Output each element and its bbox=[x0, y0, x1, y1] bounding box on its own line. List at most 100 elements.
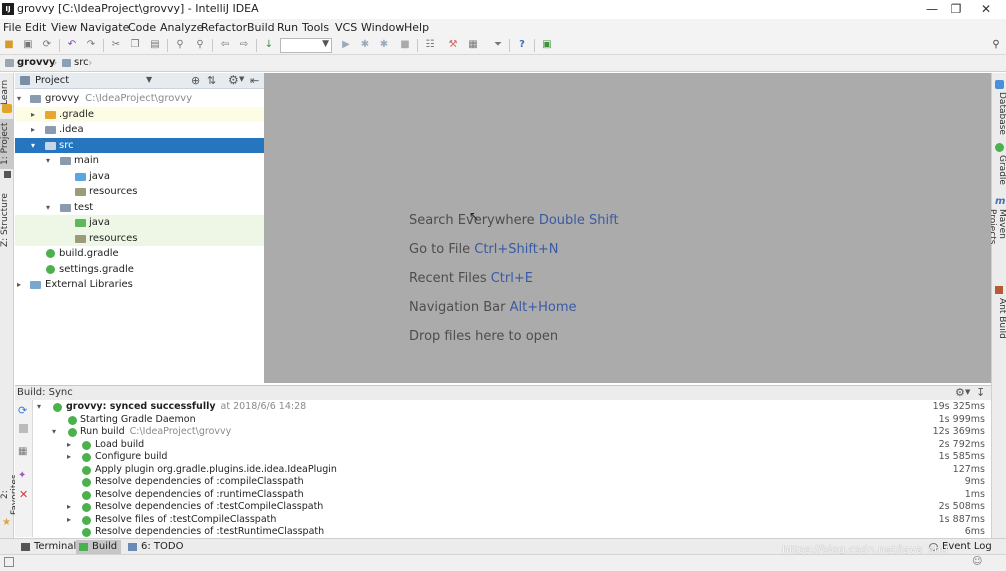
cut-icon[interactable]: ✂ bbox=[110, 39, 122, 51]
run-icon[interactable]: ▶ bbox=[340, 39, 352, 51]
tool-tab-maven-projects[interactable]: Maven Projects bbox=[987, 209, 1006, 271]
undo-icon[interactable]: ↶ bbox=[66, 39, 78, 51]
close-icon[interactable]: ✕ bbox=[19, 488, 28, 501]
chevron-down-icon[interactable]: ▼ bbox=[146, 75, 152, 84]
build-row[interactable]: ▸ Load build 2s 792ms bbox=[33, 439, 991, 452]
tree-node-grovvy[interactable]: ▾ grovvy C:\IdeaProject\grovvy bbox=[15, 91, 264, 107]
pin-icon[interactable]: ✦ bbox=[18, 470, 26, 481]
build-row[interactable]: ▸ Configure build 1s 585ms bbox=[33, 451, 991, 464]
hide-panel-icon[interactable]: ⇤ bbox=[250, 74, 259, 87]
forward-icon[interactable]: ⇨ bbox=[238, 39, 250, 51]
expand-arrow-icon[interactable]: ▾ bbox=[46, 200, 50, 215]
collapse-all-icon[interactable]: ⇅ bbox=[207, 74, 216, 87]
menu-analyze[interactable]: Analyze bbox=[160, 21, 203, 34]
tree-node-settings-gradle[interactable]: settings.gradle bbox=[15, 262, 264, 278]
debug-icon[interactable]: ✱ bbox=[359, 39, 371, 51]
tree-node-test-resources[interactable]: resources bbox=[15, 230, 264, 246]
tool-tab-structure[interactable]: Z: Structure bbox=[0, 191, 14, 249]
menu-run[interactable]: Run bbox=[277, 21, 298, 34]
find-icon[interactable]: ⚲ bbox=[174, 39, 186, 51]
project-view-selector[interactable]: Project bbox=[35, 75, 69, 86]
tree-node-test-java[interactable]: java bbox=[15, 215, 264, 231]
settings-wrench-icon[interactable]: ⚒ bbox=[447, 39, 459, 51]
menu-build[interactable]: Build bbox=[247, 21, 275, 34]
tool-tab-database[interactable]: Database bbox=[993, 92, 1006, 135]
expand-arrow-icon[interactable]: ▸ bbox=[31, 107, 35, 122]
coverage-icon[interactable]: ✱ bbox=[378, 39, 390, 51]
gear-dropdown-icon[interactable]: ▼ bbox=[239, 75, 244, 83]
refresh-sync-icon[interactable]: ⟳ bbox=[18, 404, 27, 417]
help-icon[interactable]: ? bbox=[516, 39, 528, 51]
build-row[interactable]: ▾ Run build C:\IdeaProject\grovvy 12s 369… bbox=[33, 426, 991, 439]
sync-icon[interactable]: ⟳ bbox=[41, 39, 53, 51]
tree-node-main-java[interactable]: java bbox=[15, 169, 264, 185]
menu-view[interactable]: View bbox=[51, 21, 77, 34]
tree-node-test[interactable]: ▾ test bbox=[15, 200, 264, 216]
toggle-view-icon[interactable]: ▦ bbox=[18, 446, 27, 457]
scroll-from-source-icon[interactable]: ⊕ bbox=[191, 74, 200, 87]
tab-todo[interactable]: 6: TODO bbox=[125, 540, 187, 554]
save-icon[interactable]: ▣ bbox=[22, 39, 34, 51]
menu-file[interactable]: File bbox=[3, 21, 21, 34]
build-row[interactable]: Starting Gradle Daemon 1s 999ms bbox=[33, 414, 991, 427]
close-icon[interactable]: ✕ bbox=[972, 0, 1000, 19]
maximize-icon[interactable]: ❐ bbox=[942, 0, 970, 19]
expand-arrow-icon[interactable]: ▸ bbox=[17, 277, 21, 292]
tab-terminal[interactable]: Terminal bbox=[18, 540, 80, 554]
redo-icon[interactable]: ↷ bbox=[85, 39, 97, 51]
build-project-icon[interactable]: ↓ bbox=[263, 39, 275, 51]
build-row[interactable]: Resolve dependencies of :runtimeClasspat… bbox=[33, 489, 991, 502]
jrebel-icon[interactable]: ▣ bbox=[541, 39, 553, 51]
expand-arrow-icon[interactable]: ▸ bbox=[67, 501, 71, 514]
replace-icon[interactable]: ⚲ bbox=[194, 39, 206, 51]
expand-arrow-icon[interactable]: ▾ bbox=[37, 401, 41, 414]
expand-arrow-icon[interactable]: ▸ bbox=[67, 514, 71, 527]
gear-dropdown-icon[interactable]: ▼ bbox=[965, 388, 970, 396]
tool-tab-project[interactable]: 1: Project bbox=[0, 119, 14, 169]
back-icon[interactable]: ⇦ bbox=[219, 39, 231, 51]
build-row[interactable]: ▸ Resolve files of :testCompileClasspath… bbox=[33, 514, 991, 527]
menu-help[interactable]: Help bbox=[404, 21, 429, 34]
menu-vcs[interactable]: VCS bbox=[335, 21, 357, 34]
stop-icon[interactable] bbox=[19, 424, 28, 433]
stop-icon[interactable]: ■ bbox=[399, 39, 411, 51]
copy-icon[interactable]: ❐ bbox=[129, 39, 141, 51]
paste-icon[interactable]: ▤ bbox=[149, 39, 161, 51]
tree-node-build-gradle[interactable]: build.gradle bbox=[15, 246, 264, 262]
tool-tab-learn[interactable]: Learn bbox=[0, 77, 14, 107]
tree-node-main[interactable]: ▾ main bbox=[15, 153, 264, 169]
build-row[interactable]: ▸ Resolve dependencies of :testCompileCl… bbox=[33, 501, 991, 514]
menu-edit[interactable]: Edit bbox=[25, 21, 46, 34]
menu-refactor[interactable]: Refactor bbox=[201, 21, 247, 34]
tool-tab-favorites[interactable]: 2: Favorites bbox=[0, 471, 20, 519]
editor-empty-area[interactable]: Search Everywhere Double Shift Go to Fil… bbox=[264, 73, 991, 383]
gear-icon[interactable]: ⚙ bbox=[955, 386, 965, 399]
expand-arrow-icon[interactable]: ▸ bbox=[67, 439, 71, 452]
tool-tab-ant-build[interactable]: Ant Build bbox=[993, 298, 1006, 343]
run-configuration-select[interactable]: ▼ bbox=[280, 38, 332, 53]
open-folder-icon[interactable]: ■ bbox=[3, 39, 15, 51]
tree-node-src[interactable]: ▾ src bbox=[15, 137, 264, 153]
menu-window[interactable]: Window bbox=[361, 21, 404, 34]
hide-panel-icon[interactable]: ↧ bbox=[976, 386, 985, 399]
gear-icon[interactable]: ⚙ bbox=[228, 73, 239, 87]
expand-arrow-icon[interactable]: ▾ bbox=[17, 91, 21, 106]
expand-arrow-icon[interactable]: ▾ bbox=[52, 426, 56, 439]
project-structure-icon[interactable]: ▦ bbox=[467, 39, 479, 51]
tree-node-idea[interactable]: ▸ .idea bbox=[15, 122, 264, 138]
tree-node-main-resources[interactable]: resources bbox=[15, 184, 264, 200]
tool-windows-toggle-icon[interactable] bbox=[4, 557, 14, 567]
build-row[interactable]: Resolve dependencies of :testRuntimeClas… bbox=[33, 526, 991, 537]
expand-arrow-icon[interactable]: ▾ bbox=[46, 153, 50, 168]
expand-arrow-icon[interactable]: ▾ bbox=[31, 138, 35, 153]
tab-build[interactable]: Build bbox=[76, 540, 122, 554]
sdk-manager-icon[interactable]: ⏷ bbox=[492, 39, 504, 51]
hector-icon[interactable]: ☺ bbox=[972, 556, 982, 567]
search-everywhere-icon[interactable]: ⚲ bbox=[990, 39, 1002, 51]
expand-arrow-icon[interactable]: ▸ bbox=[31, 122, 35, 137]
menu-navigate[interactable]: Navigate bbox=[80, 21, 129, 34]
build-row[interactable]: Apply plugin org.gradle.plugins.ide.idea… bbox=[33, 464, 991, 477]
tool-tab-gradle[interactable]: Gradle bbox=[993, 155, 1006, 187]
menu-code[interactable]: Code bbox=[128, 21, 156, 34]
expand-arrow-icon[interactable]: ▸ bbox=[67, 451, 71, 464]
